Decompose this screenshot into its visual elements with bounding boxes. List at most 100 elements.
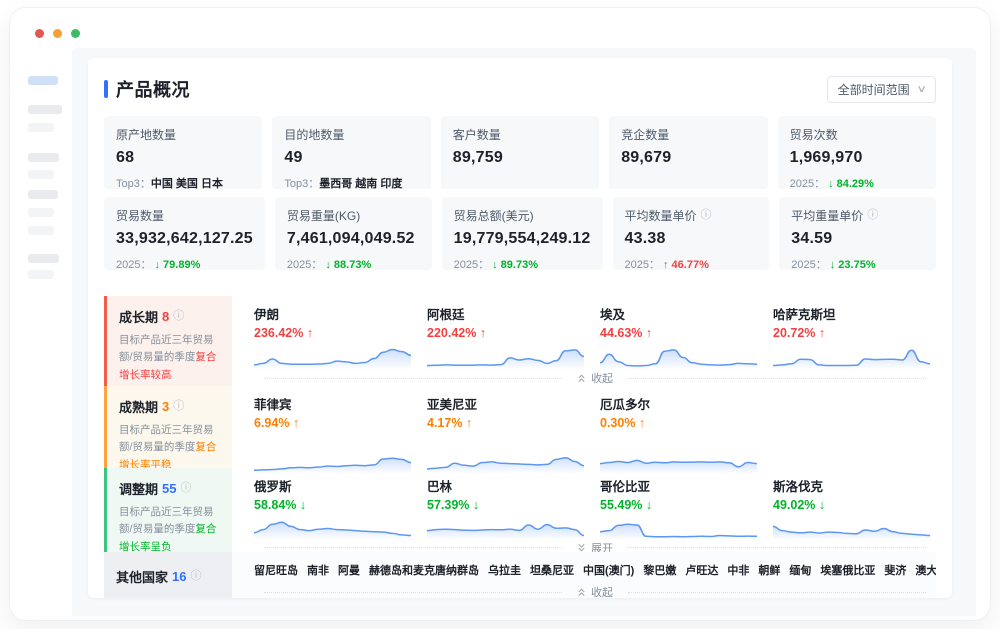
stage-charts-area: 菲律宾6.94% ↑亚美尼亚4.17% ↑厄瓜多尔0.30% ↑	[232, 386, 936, 474]
stage-description: 目标产品近三年贸易额/贸易量的季度复合增长率较高	[119, 332, 224, 384]
stage-header: 成熟期3ⓘ	[119, 397, 224, 416]
stat-delta: ↓ 79.89%	[154, 259, 200, 271]
country-name: 伊朗	[254, 304, 411, 323]
stage-description-emphasis: 复合增长率较高	[119, 351, 216, 380]
close-window-icon[interactable]	[35, 29, 44, 38]
stat-label: 贸易重量(KG)	[287, 207, 420, 224]
country-tag[interactable]: 卢旺达	[685, 562, 718, 578]
stat-delta: ↓ 88.73%	[325, 259, 371, 271]
country-chart-cell[interactable]: 伊朗 236.42% ↑	[254, 304, 411, 370]
toggle-collapse[interactable]: 收起	[254, 584, 936, 598]
info-icon[interactable]: ⓘ	[867, 210, 878, 221]
country-chart-cell[interactable]: 斯洛伐克49.02% ↓	[773, 476, 930, 540]
country-chart-cell[interactable]: 哈萨克斯坦20.72% ↑	[773, 304, 930, 370]
info-icon[interactable]: ⓘ	[173, 401, 184, 412]
page-title-text: 产品概况	[116, 76, 190, 102]
stat-year-label: 2025：	[625, 259, 660, 271]
stat-sub-prefix: Top3：	[116, 178, 151, 190]
info-icon[interactable]: ⓘ	[701, 210, 712, 221]
window-controls	[35, 29, 80, 38]
app-window: 产品概况 全部时间范围 ∨ 原产地数量68Top3：中国 美国 日本目的地数量4…	[10, 8, 990, 620]
sidebar-skeleton-item[interactable]	[28, 208, 54, 217]
country-chart-cell[interactable]: 俄罗斯 58.84% ↓	[254, 476, 411, 540]
stat-label: 客户数量	[453, 126, 587, 143]
country-tag[interactable]: 朝鲜	[758, 562, 780, 578]
double-chevron-up-icon	[577, 373, 586, 383]
country-chart-cell[interactable]: 厄瓜多尔0.30% ↑	[600, 394, 757, 474]
other-countries-row: 其他国家16ⓘ 留尼旺岛南非阿曼赫德岛和麦克唐纳群岛乌拉圭坦桑尼亚中国(澳门) 黎巴…	[104, 552, 936, 598]
stat-label-text: 原产地数量	[116, 126, 176, 143]
country-tag[interactable]: 中非	[727, 562, 749, 578]
growth-stage-section: 成长期 8 ⓘ 目标产品近三年贸易额/贸易量的季度复合增长率较高 伊朗 236.42% ↑…	[104, 296, 936, 598]
country-growth-pct: 58.84% ↓	[254, 498, 411, 512]
stat-label-text: 贸易数量	[116, 207, 164, 224]
country-tag[interactable]: 留尼旺岛	[254, 562, 298, 578]
country-name: 巴林	[427, 476, 584, 495]
zoom-window-icon[interactable]	[71, 29, 80, 38]
other-countries-block: 其他国家16ⓘ	[104, 552, 232, 598]
sidebar-skeleton-item[interactable]	[28, 170, 54, 179]
stage-description: 目标产品近三年贸易额/贸易量的季度复合增长率平稳	[119, 422, 224, 474]
stage-block-2: 成熟期3ⓘ 目标产品近三年贸易额/贸易量的季度复合增长率平稳	[104, 386, 232, 474]
country-tag[interactable]: 阿曼	[338, 562, 360, 578]
country-name: 俄罗斯	[254, 476, 411, 495]
stage-header: 成长期 8 ⓘ	[119, 307, 224, 326]
stat-card: 目的地数量49Top3：墨西哥 越南 印度	[272, 116, 430, 189]
country-chart-cell[interactable]: 哥伦比亚55.49% ↓	[600, 476, 757, 540]
country-growth-pct: 20.72% ↑	[773, 326, 930, 340]
stat-year-label: 2025：	[791, 259, 826, 271]
country-chart-cell[interactable]: 埃及44.63% ↑	[600, 304, 757, 370]
country-tag[interactable]: 赫德岛和麦克唐纳群岛	[369, 562, 479, 578]
sidebar-skeleton-item[interactable]	[28, 270, 54, 279]
country-tag[interactable]: 南非	[307, 562, 329, 578]
stat-value: 89,679	[621, 149, 755, 167]
stat-card: 贸易重量(KG)7,461,094,049.522025：↓ 88.73%	[275, 197, 432, 270]
info-icon[interactable]: ⓘ	[180, 483, 191, 494]
stat-year-label: 2025：	[287, 259, 322, 271]
country-tag[interactable]: 乌拉圭	[488, 562, 521, 578]
stage-header: 调整期55ⓘ	[119, 479, 224, 498]
stat-label: 目的地数量	[284, 126, 418, 143]
sidebar-skeleton-item[interactable]	[28, 254, 59, 263]
country-tag[interactable]: 澳大利亚	[915, 562, 936, 578]
country-tag[interactable]: 埃塞俄比亚	[820, 562, 875, 578]
title-accent-bar	[104, 80, 108, 98]
country-growth-pct: 220.42% ↑	[427, 326, 584, 340]
stat-label-text: 客户数量	[453, 126, 501, 143]
country-chart-cell[interactable]: 亚美尼亚4.17% ↑	[427, 394, 584, 474]
stat-label-text: 目的地数量	[284, 126, 344, 143]
country-growth-pct: 236.42% ↑	[254, 326, 411, 340]
country-tag[interactable]: 缅甸	[789, 562, 811, 578]
minimize-window-icon[interactable]	[53, 29, 62, 38]
sparkline-chart	[600, 514, 757, 540]
country-tag[interactable]: 坦桑尼亚	[530, 562, 574, 578]
stage-count: 8	[162, 309, 169, 324]
country-tag[interactable]: 黎巴嫩	[643, 562, 676, 578]
stage-description-emphasis: 复合增长率呈负	[119, 523, 216, 552]
stat-delta: ↑ 46.77%	[663, 259, 709, 271]
country-chart-cell[interactable]: 阿根廷220.42% ↑	[427, 304, 584, 370]
sidebar-skeleton-item[interactable]	[28, 105, 62, 114]
stat-delta: ↓ 23.75%	[830, 259, 876, 271]
sidebar-skeleton-item[interactable]	[28, 123, 54, 132]
info-icon[interactable]: ⓘ	[190, 571, 201, 582]
sidebar-skeleton-item[interactable]	[28, 153, 59, 162]
stat-value: 1,969,970	[790, 149, 924, 167]
stat-subtext: 2025：↓ 79.89%	[116, 256, 253, 272]
country-name: 亚美尼亚	[427, 394, 584, 413]
country-tag[interactable]: 斐济	[884, 562, 906, 578]
country-chart-cell[interactable]: 巴林57.39% ↓	[427, 476, 584, 540]
stat-subtext: 2025： ↓ 23.75%	[791, 256, 924, 272]
country-tag[interactable]: 中国(澳门)	[583, 562, 634, 578]
stage-count: 55	[162, 481, 176, 496]
info-icon[interactable]: ⓘ	[173, 311, 184, 322]
stage-name: 成长期	[119, 307, 158, 326]
country-growth-pct: 6.94% ↑	[254, 416, 411, 430]
time-range-select[interactable]: 全部时间范围 ∨	[827, 76, 936, 103]
sidebar-skeleton-item[interactable]	[28, 76, 58, 85]
toggle-collapse[interactable]: 收起	[254, 370, 936, 386]
sidebar-skeleton-item[interactable]	[28, 190, 58, 199]
country-chart-cell[interactable]: 菲律宾6.94% ↑	[254, 394, 411, 474]
sidebar-skeleton-item[interactable]	[28, 226, 54, 235]
country-name: 斯洛伐克	[773, 476, 930, 495]
